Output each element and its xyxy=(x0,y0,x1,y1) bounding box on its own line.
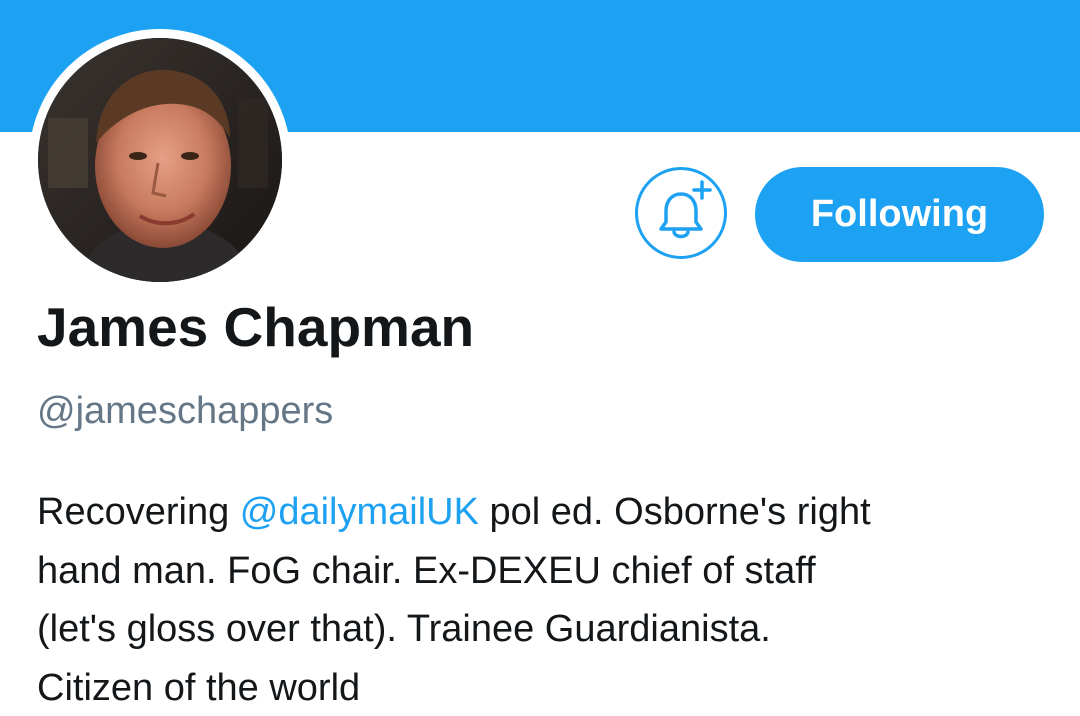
profile-bio: Recovering @dailymailUK pol ed. Osborne'… xyxy=(37,483,1057,716)
bio-line-1: Recovering @dailymailUK pol ed. Osborne'… xyxy=(37,483,1057,542)
notifications-button[interactable] xyxy=(635,167,727,259)
following-button[interactable]: Following xyxy=(755,167,1044,262)
bio-text: Recovering xyxy=(37,491,240,533)
display-name: James Chapman xyxy=(37,296,475,358)
bio-line-4: Citizen of the world xyxy=(37,666,361,709)
bell-plus-icon xyxy=(659,180,712,239)
avatar-photo xyxy=(38,38,282,282)
user-handle: @jameschappers xyxy=(37,390,334,432)
bio-mention-link[interactable]: @dailymailUK xyxy=(240,491,479,533)
bio-line-2: hand man. FoG chair. Ex-DEXEU chief of s… xyxy=(37,549,816,592)
bio-line-3: (let's gloss over that). Trainee Guardia… xyxy=(37,608,771,650)
bio-text: pol ed. Osborne's right xyxy=(478,491,871,533)
avatar[interactable] xyxy=(29,29,291,291)
